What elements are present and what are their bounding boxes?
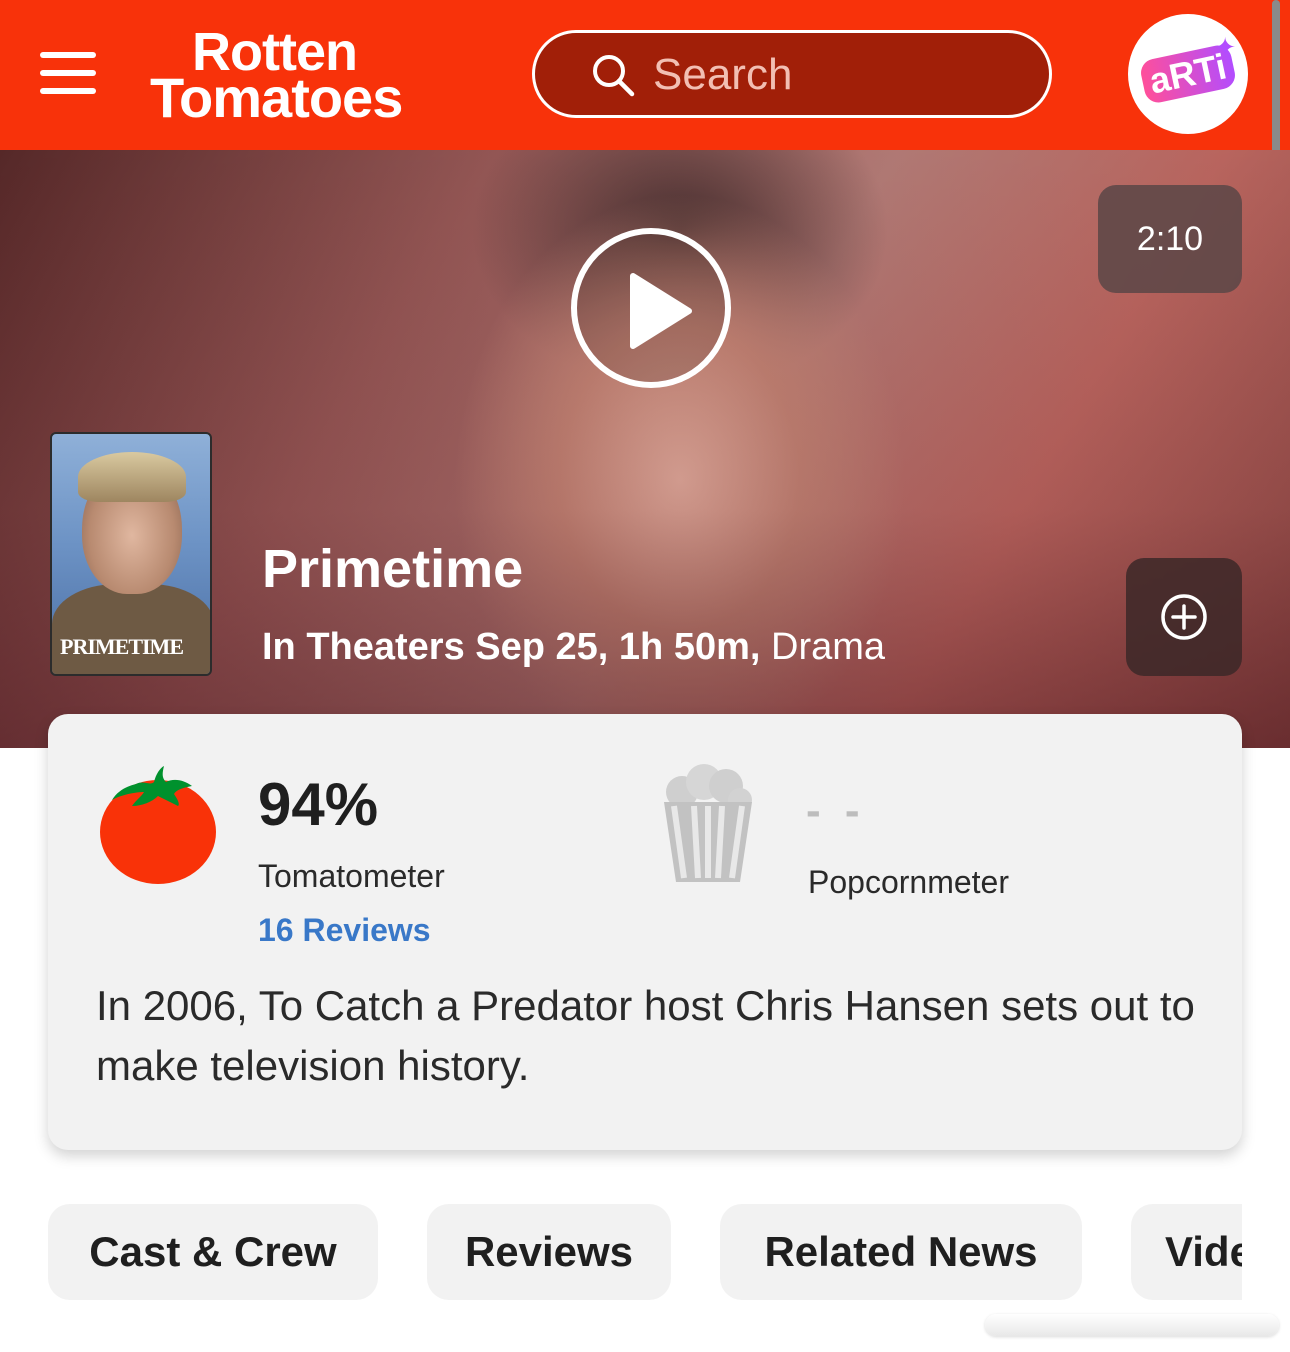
tomatometer-score: 94%	[258, 771, 379, 838]
popcornmeter-score: - -	[806, 786, 866, 835]
movie-synopsis: In 2006, To Catch a Predator host Chris …	[96, 982, 1195, 1089]
tomatometer-label: Tomatometer	[258, 858, 445, 894]
rotten-tomatoes-logo[interactable]: Rotten Tomatoes	[150, 24, 480, 129]
popcorn-bucket-icon	[664, 764, 752, 882]
search-icon	[593, 55, 635, 97]
tab-cast-crew[interactable]: Cast & Crew	[48, 1204, 378, 1300]
genre: Drama	[771, 626, 886, 668]
add-to-watchlist-button[interactable]	[1126, 558, 1242, 676]
popcornmeter-label: Popcornmeter	[808, 864, 1009, 900]
tab-related-news[interactable]: Related News	[720, 1204, 1082, 1300]
tomato-icon	[100, 766, 216, 884]
release-info: In Theaters Sep 25, 1h 50m,	[262, 626, 761, 668]
trailer-duration: 2:10	[1098, 185, 1242, 293]
search-bar[interactable]	[532, 30, 1052, 118]
play-icon	[630, 273, 692, 349]
tab-reviews[interactable]: Reviews	[427, 1204, 671, 1300]
reviews-count-link[interactable]: 16 Reviews	[258, 912, 431, 949]
movie-title: Primetime	[262, 539, 524, 599]
poster-title: PRIMETIME	[60, 634, 184, 659]
search-input[interactable]	[653, 47, 1033, 103]
score-card: 94% Tomatometer 16 Reviews - - Popcornme…	[48, 714, 1242, 1150]
movie-info: In Theaters Sep 25, 1h 50m, Drama	[262, 626, 885, 669]
sparkle-icon: ✦	[1214, 32, 1236, 62]
user-avatar[interactable]: aRTi ✦	[1128, 14, 1248, 134]
play-trailer-button[interactable]	[571, 228, 731, 388]
tab-videos[interactable]: Videos	[1131, 1204, 1242, 1300]
logo-line-2: Tomatoes	[150, 66, 403, 129]
menu-icon[interactable]	[40, 50, 98, 96]
home-indicator	[985, 1314, 1279, 1336]
plus-circle-icon	[1161, 594, 1207, 640]
top-header: Rotten Tomatoes aRTi ✦	[0, 0, 1290, 150]
section-tabs: Cast & Crew Reviews Related News Videos	[0, 1204, 1242, 1304]
hero-trailer: 2:10 PRIMETIME Primetime In Theaters Sep…	[0, 150, 1290, 748]
movie-poster[interactable]: PRIMETIME	[50, 432, 212, 676]
